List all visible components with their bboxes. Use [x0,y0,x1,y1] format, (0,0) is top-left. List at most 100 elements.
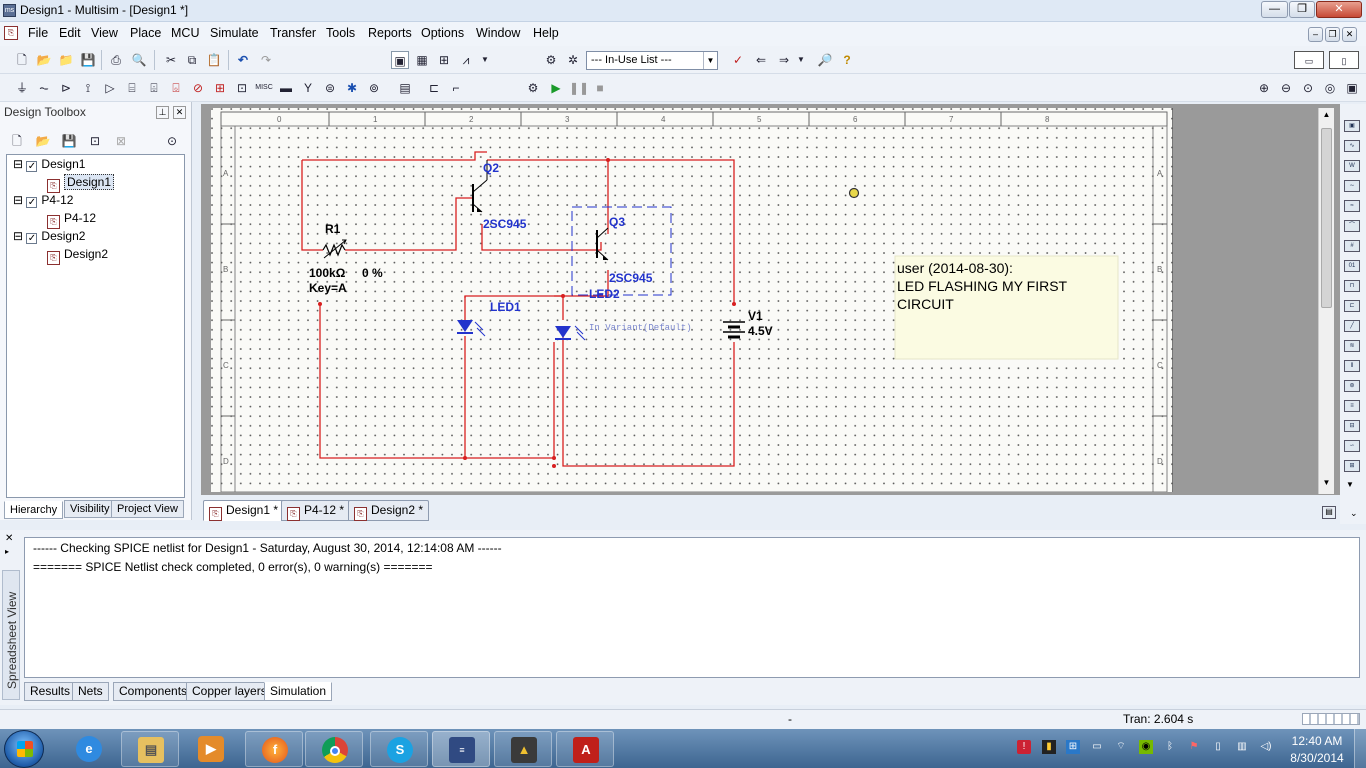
oscilloscope-icon[interactable]: ∼ [1344,180,1360,192]
place-mixed-icon[interactable]: ⌺ [167,79,185,97]
show-hierarchy-icon[interactable]: ⊙ [163,132,181,150]
menu-help[interactable]: Help [533,26,559,40]
place-power-icon[interactable]: ⊞ [211,79,229,97]
scrollbar-thumb[interactable] [1321,128,1332,308]
menu-simulate[interactable]: Simulate [210,26,259,40]
help-icon[interactable]: ? [838,51,856,69]
pause-simulation-icon[interactable]: ❚❚ [569,79,589,97]
doc-minimize-button[interactable]: – [1308,27,1323,42]
taskbar-multisim[interactable]: ≡ [432,731,490,767]
tray-volume-icon[interactable]: ◁) [1259,740,1273,754]
scroll-down-icon[interactable]: ▼ [1320,478,1333,490]
doc-restore-button[interactable]: ❐ [1325,27,1340,42]
collapse-icon[interactable]: ⊟ [13,157,23,171]
erc-icon[interactable]: ✓ [729,51,747,69]
tray-security-icon[interactable]: ⚑ [1187,740,1201,754]
paste-icon[interactable]: 📋 [205,51,223,69]
toggle-fullscreen-icon[interactable]: ▣ [391,51,409,69]
tree-node-p4-12[interactable]: ⊟ ✓ P4-12 [13,191,73,209]
taskbar-adobe-reader[interactable]: A [556,731,614,767]
menu-view[interactable]: View [91,26,118,40]
menu-mcu[interactable]: MCU [171,26,199,40]
dropdown-arrow-icon[interactable]: ▼ [476,51,494,69]
tree-node-design2-sheet[interactable]: ⎘ Design2 [47,245,108,265]
frequency-counter-icon[interactable]: # [1344,240,1360,252]
tray-monitor-icon[interactable]: ▭ [1090,740,1104,754]
grid-icon[interactable]: ▦ [413,51,431,69]
bulb-indicator[interactable] [848,187,860,199]
stop-simulation-icon[interactable]: ■ [591,79,609,97]
close-icon[interactable]: ✕ [5,533,13,544]
tray-bluetooth-icon[interactable]: ᛒ [1163,740,1177,754]
tree-node-p4-12-sheet[interactable]: ⎘ P4-12 [47,209,96,229]
place-hierarchical-icon[interactable]: ▤ [396,79,414,97]
open-design-icon[interactable]: 📂 [34,132,52,150]
bode-plotter-icon[interactable]: ⌒ [1344,220,1360,232]
simulation-output[interactable] [24,537,1360,678]
menu-transfer[interactable]: Transfer [270,26,316,40]
place-connector-icon[interactable]: ⊚ [365,79,383,97]
checkbox[interactable]: ✓ [26,233,38,244]
tree-node-design1-sheet[interactable]: ⎘ Design1 [47,173,115,193]
new-sheet-icon[interactable]: ⊡ [86,132,104,150]
cut-icon[interactable]: ✂ [162,51,180,69]
place-mcu-icon[interactable]: ✱ [343,79,361,97]
minimize-button[interactable]: — [1261,1,1288,18]
open-samples-icon[interactable]: 📁 [57,51,75,69]
tab-simulation[interactable]: Simulation [264,682,333,701]
close-button[interactable]: ✕ [1316,1,1362,18]
spreadsheet-view-label[interactable]: Spreadsheet View [2,570,20,700]
delete-sheet-icon[interactable]: ⊠ [112,132,130,150]
sheet-options-icon[interactable]: ▤ [1322,506,1336,519]
comment-note[interactable]: user (2014-08-30): LED FLASHING MY FIRST… [894,255,1119,360]
save-design-icon[interactable]: 💾 [60,132,78,150]
menu-tools[interactable]: Tools [326,26,355,40]
word-generator-icon[interactable]: 01 [1344,260,1360,272]
tab-results[interactable]: Results [24,682,77,701]
tray-network-app-icon[interactable]: ⊞ [1066,740,1080,754]
doc-close-button[interactable]: ✕ [1342,27,1357,42]
component-wizard-icon[interactable]: ✲ [564,51,582,69]
view-layout-icon[interactable]: ▭ [1294,51,1324,69]
collapse-icon[interactable]: ⊟ [13,229,23,243]
annotate-dropdown-icon[interactable]: ▼ [792,51,810,69]
redo-icon[interactable]: ↷ [257,51,275,69]
spreadsheet-icon[interactable]: ⊞ [435,51,453,69]
menu-edit[interactable]: Edit [59,26,81,40]
tree-node-design1[interactable]: ⊟ ✓ Design1 [13,155,85,173]
place-indicator-icon[interactable]: ⊘ [189,79,207,97]
multisim-app-icon[interactable]: ms [3,4,16,17]
taskbar-explorer[interactable]: ▤ [121,731,179,767]
logic-analyzer-icon[interactable]: ⊏ [1344,300,1360,312]
show-desktop-button[interactable] [1354,729,1366,768]
taskbar-firefox[interactable]: f [245,731,303,767]
zoom-fit-icon[interactable]: ◎ [1321,79,1339,97]
function-generator-icon[interactable]: ∿ [1344,140,1360,152]
place-advanced-icon[interactable]: ▬ [277,79,295,97]
tray-network-icon[interactable]: ▥ [1235,740,1249,754]
tab-nets[interactable]: Nets [72,682,109,701]
maximize-button[interactable]: ❐ [1289,1,1315,18]
agilent-generator-icon[interactable]: ≡ [1344,400,1360,412]
zoom-out-icon[interactable]: ⊖ [1277,79,1295,97]
tab-p4-12[interactable]: ⎘ P4-12 * [281,500,351,521]
copy-icon[interactable]: ⧉ [183,51,201,69]
place-rf-icon[interactable]: Y [299,79,317,97]
tray-nvidia-icon[interactable]: ◉ [1139,740,1153,754]
chevron-down-icon[interactable]: ⌄ [1350,508,1358,519]
menu-file[interactable]: File [28,26,48,40]
taskbar-chrome[interactable] [305,731,363,767]
place-basic-icon[interactable]: ⏦ [35,79,53,97]
taskbar-launcher[interactable]: ▲ [494,731,552,767]
spectrum-analyzer-icon[interactable]: ⫴ [1344,360,1360,372]
in-use-list-select[interactable]: --- In-Use List --- ▼ [586,51,718,70]
collapse-icon[interactable]: ⊟ [13,193,23,207]
tray-alert-icon[interactable]: ! [1017,740,1031,754]
find-examples-icon[interactable]: 🔎 [816,51,834,69]
tray-app-icon[interactable]: ▮ [1042,740,1056,754]
print-icon[interactable]: ⎙ [107,51,125,69]
tab-visibility[interactable]: Visibility [64,500,116,518]
tree-node-design2[interactable]: ⊟ ✓ Design2 [13,227,85,245]
forward-annotate-icon[interactable]: ⇒ [775,51,793,69]
tab-copper-layers[interactable]: Copper layers [186,682,273,701]
